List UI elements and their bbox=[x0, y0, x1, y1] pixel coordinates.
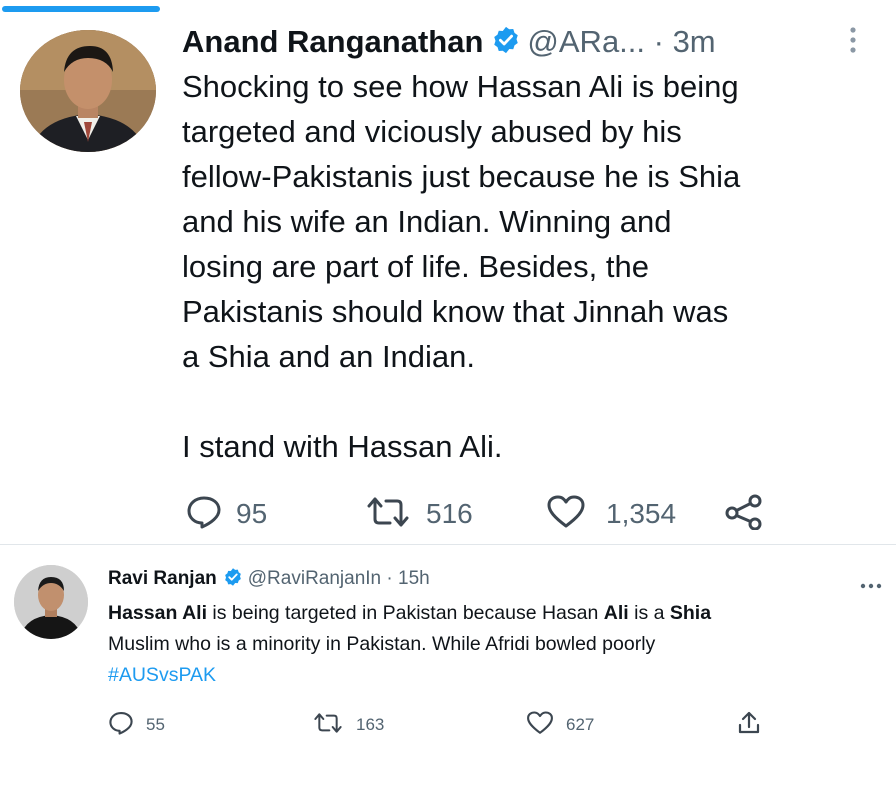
tweet-text-line-2: Muslim who is a minority in Pakistan. Wh… bbox=[108, 633, 656, 655]
avatar[interactable] bbox=[20, 30, 156, 152]
hashtag-link[interactable]: #AUSvsPAK bbox=[108, 660, 878, 691]
reply-icon bbox=[108, 711, 134, 740]
tweet-actions: 55 163 627 bbox=[108, 710, 768, 740]
text-segment: is being targeted in Pakistan because Ha… bbox=[207, 602, 604, 624]
handle-and-time[interactable]: @ARa... · 3m bbox=[527, 24, 715, 60]
highlight-text: Shia bbox=[669, 602, 712, 624]
reply-count: 55 bbox=[146, 715, 165, 734]
retweet-button[interactable]: 516 bbox=[364, 494, 473, 534]
retweet-icon bbox=[312, 711, 344, 740]
tweet-text-line-1: Hassan Ali is being targeted in Pakistan… bbox=[108, 598, 878, 629]
avatar-photo bbox=[14, 565, 88, 639]
retweet-count: 516 bbox=[426, 498, 473, 529]
like-icon bbox=[546, 495, 586, 534]
text-segment: is a bbox=[628, 602, 670, 624]
tweet-text: Shocking to see how Hassan Ali is being … bbox=[182, 69, 741, 464]
highlight-text: Hassan Ali bbox=[108, 602, 207, 624]
more-horizontal-icon[interactable] bbox=[860, 576, 882, 594]
highlight-text: Ali bbox=[603, 602, 629, 624]
reply-icon bbox=[186, 495, 222, 534]
share-icon bbox=[736, 710, 762, 741]
share-button[interactable] bbox=[724, 494, 764, 534]
retweet-icon bbox=[364, 495, 412, 534]
like-count: 627 bbox=[566, 715, 595, 734]
author-name[interactable]: Ravi Ranjan bbox=[108, 568, 217, 590]
handle-and-time[interactable]: @RaviRanjanIn · 15h bbox=[248, 568, 430, 590]
like-count: 1,354 bbox=[606, 498, 677, 529]
retweet-button[interactable]: 163 bbox=[312, 710, 384, 740]
share-button[interactable] bbox=[736, 710, 762, 740]
reply-button[interactable]: 55 bbox=[108, 710, 165, 740]
like-button[interactable]: 1,354 bbox=[546, 494, 676, 534]
verified-badge-icon bbox=[223, 567, 243, 592]
share-icon bbox=[724, 494, 764, 535]
like-icon bbox=[526, 710, 554, 740]
tweet-header: Ravi Ranjan @RaviRanjanIn · 15h bbox=[108, 566, 430, 592]
retweet-count: 163 bbox=[356, 715, 385, 734]
author-name[interactable]: Anand Ranganathan bbox=[182, 24, 483, 60]
more-vertical-icon[interactable] bbox=[846, 26, 860, 58]
tweet-divider bbox=[0, 544, 896, 545]
tweet-text: Hassan Ali is being targeted in Pakistan… bbox=[108, 598, 878, 691]
verified-badge-icon bbox=[491, 25, 521, 60]
avatar-photo bbox=[20, 30, 156, 152]
active-tab-indicator bbox=[2, 6, 160, 12]
tweet-header: Anand Ranganathan @ARa... · 3m bbox=[182, 22, 716, 62]
reply-button[interactable]: 95 bbox=[186, 494, 267, 534]
like-button[interactable]: 627 bbox=[526, 710, 594, 740]
tweet-actions: 95 516 1,354 bbox=[186, 494, 786, 534]
reply-count: 95 bbox=[236, 498, 268, 529]
avatar[interactable] bbox=[14, 565, 88, 639]
